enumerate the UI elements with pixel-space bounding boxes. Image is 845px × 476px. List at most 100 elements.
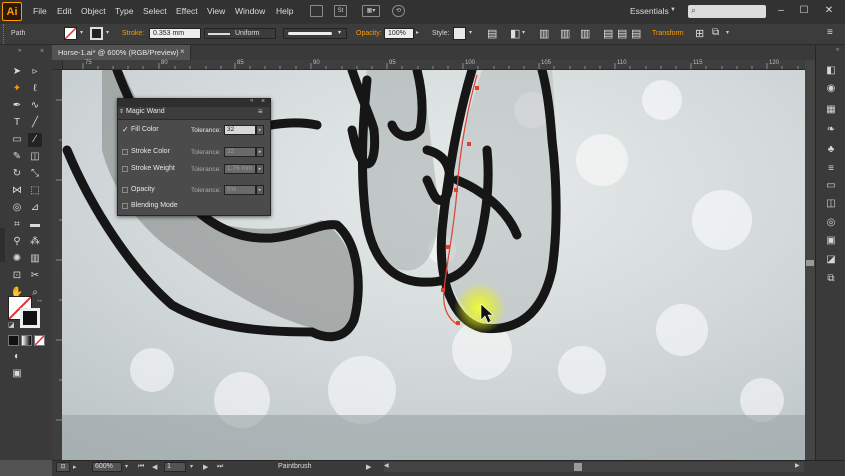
transparency-panel-icon[interactable]: ◫	[824, 197, 838, 211]
align-bottom-icon[interactable]: ▤	[631, 27, 641, 40]
paintbrush-tool-icon[interactable]: ⁄	[28, 133, 42, 147]
fill-dropdown-icon[interactable]: ▾	[80, 29, 83, 36]
close-panel-icon[interactable]: ×	[40, 48, 44, 55]
tab-close-icon[interactable]: ×	[180, 47, 185, 56]
isolate-icon[interactable]: ⊞	[695, 27, 704, 40]
opacity-field[interactable]: 100%	[384, 28, 414, 39]
brushes-panel-icon[interactable]: ❧	[824, 123, 838, 137]
style-dropdown-icon[interactable]: ▾	[469, 29, 472, 36]
first-artboard-icon[interactable]: ⏮	[138, 463, 144, 471]
stroke-weight-field[interactable]: 0.353 mm	[149, 28, 201, 39]
stroke-weight-tolerance-field[interactable]: 1.76 mm	[224, 164, 256, 174]
align-center-icon[interactable]: ▥	[560, 27, 570, 40]
gradient-mode-icon[interactable]	[21, 335, 32, 346]
panel-resize-handle[interactable]	[0, 228, 5, 262]
blend-tool-icon[interactable]: ⁂	[28, 235, 42, 249]
menu-object[interactable]: Object	[81, 6, 106, 16]
scroll-right-icon[interactable]: ▶	[795, 462, 800, 469]
appearance-panel-icon[interactable]: ◎	[824, 216, 838, 230]
color-guide-icon[interactable]: ◉	[824, 82, 838, 96]
fill-color-checkbox[interactable]: ✓	[122, 125, 129, 134]
scale-tool-icon[interactable]: ⤡	[28, 167, 42, 181]
artboard-number-field[interactable]: 1	[164, 462, 186, 472]
vertical-scroll-thumb[interactable]	[806, 260, 814, 266]
type-tool-icon[interactable]: T	[10, 116, 24, 130]
gradient-tool-icon[interactable]: ▬	[28, 218, 42, 232]
recolor-dropdown-icon[interactable]: ▾	[522, 29, 525, 36]
transform-link[interactable]: Transform	[652, 30, 684, 37]
free-transform-tool-icon[interactable]: ⬚	[28, 184, 42, 198]
menu-select[interactable]: Select	[143, 6, 167, 16]
brush-definition[interactable]: ▾	[283, 28, 347, 39]
align-middle-icon[interactable]: ▤	[617, 27, 627, 40]
select-similar-dropdown-icon[interactable]: ▾	[726, 29, 729, 36]
zoom-dropdown-icon[interactable]: ▾	[125, 463, 128, 470]
next-artboard-icon[interactable]: ▶	[203, 463, 208, 471]
menu-effect[interactable]: Effect	[176, 6, 198, 16]
pencil-tool-icon[interactable]: ✎	[10, 150, 24, 164]
menu-file[interactable]: File	[33, 6, 47, 16]
fill-tolerance-stepper-icon[interactable]: ▸	[256, 125, 264, 135]
pen-tool-icon[interactable]: ✒	[10, 99, 24, 113]
none-mode-icon[interactable]	[34, 335, 45, 346]
opacity-checkbox[interactable]	[122, 187, 128, 193]
status-menu-icon[interactable]: ▶	[366, 463, 371, 471]
cc-libraries-icon[interactable]: ⊡	[56, 462, 70, 472]
horizontal-ruler[interactable]: 75 80 85 90 95 100 105 110 115 120	[62, 60, 805, 70]
artboards-panel-icon[interactable]: ⧉	[824, 272, 838, 286]
minimize-icon[interactable]: –	[774, 4, 788, 18]
color-panel-icon[interactable]: ◧	[824, 64, 838, 78]
panel-tab[interactable]: ⇕ Magic Wand ≡	[118, 107, 270, 120]
stroke-color-box[interactable]	[20, 308, 40, 328]
shape-builder-tool-icon[interactable]: ◎	[10, 201, 24, 215]
column-graph-tool-icon[interactable]: ▥	[28, 252, 42, 266]
selection-tool-icon[interactable]: ➤	[10, 65, 24, 79]
graphic-styles-icon[interactable]: ▣	[824, 234, 838, 248]
rotate-tool-icon[interactable]: ↻	[10, 167, 24, 181]
stroke-color-tolerance-field[interactable]: 32	[224, 147, 256, 157]
draw-normal-icon[interactable]: ◐	[10, 350, 24, 364]
control-panel-menu-icon[interactable]: ≡	[827, 27, 833, 38]
stroke-dropdown-icon[interactable]: ▾	[106, 29, 109, 36]
zoom-level-field[interactable]: 600%	[92, 462, 122, 472]
magic-wand-panel[interactable]: « × ⇕ Magic Wand ≡ ✓ Fill Color Toleranc…	[117, 98, 271, 216]
layers-panel-icon[interactable]: ◪	[824, 253, 838, 267]
stroke-color-stepper-icon[interactable]: ▸	[256, 147, 264, 157]
slice-tool-icon[interactable]: ✂	[28, 269, 42, 283]
rectangle-tool-icon[interactable]: ▭	[10, 133, 24, 147]
panel-collapse-icon[interactable]: «	[250, 98, 253, 104]
workspace-dropdown-icon[interactable]: ▼	[670, 7, 676, 13]
curvature-tool-icon[interactable]: ∿	[28, 99, 42, 113]
search-input[interactable]: ⌕	[688, 5, 766, 18]
variable-width-profile[interactable]: Uniform	[204, 28, 276, 39]
recolor-artwork-icon[interactable]: ◧	[510, 27, 520, 40]
close-icon[interactable]: ✕	[822, 4, 836, 18]
stroke-weight-stepper-icon[interactable]: ▸	[256, 164, 264, 174]
eyedropper-tool-icon[interactable]: ⚲	[10, 235, 24, 249]
stroke-color-checkbox[interactable]	[122, 149, 128, 155]
sync-status-icon[interactable]: ▸	[73, 463, 77, 471]
stock-icon[interactable]: St	[334, 5, 347, 17]
stroke-panel-icon[interactable]: ≡	[824, 162, 838, 176]
vertical-scrollbar[interactable]	[805, 60, 815, 460]
stroke-label[interactable]: Stroke:	[122, 30, 144, 37]
style-swatch[interactable]	[453, 27, 466, 40]
align-right-icon[interactable]: ▥	[580, 27, 590, 40]
eraser-tool-icon[interactable]: ◫	[28, 150, 42, 164]
align-left-icon[interactable]: ▥	[539, 27, 549, 40]
swatches-panel-icon[interactable]: ▦	[824, 103, 838, 117]
screen-mode-icon[interactable]: ▣	[10, 367, 24, 381]
opacity-label[interactable]: Opacity:	[356, 30, 382, 37]
opacity-tolerance-field[interactable]: 5%	[224, 185, 256, 195]
workspace-switcher[interactable]: Essentials	[630, 6, 669, 16]
symbol-sprayer-tool-icon[interactable]: ✺	[10, 252, 24, 266]
swap-fill-stroke-icon[interactable]: ↔	[36, 297, 43, 304]
fill-tolerance-field[interactable]: 32	[224, 125, 256, 135]
gradient-panel-icon[interactable]: ▭	[824, 179, 838, 193]
collapse-icon[interactable]: »	[18, 48, 21, 54]
panel-expand-icon[interactable]: ⇕	[119, 108, 124, 115]
bridge-icon[interactable]	[310, 5, 323, 17]
menu-type[interactable]: Type	[115, 6, 133, 16]
align-top-icon[interactable]: ▤	[603, 27, 613, 40]
direct-selection-tool-icon[interactable]: ▹	[28, 65, 42, 79]
